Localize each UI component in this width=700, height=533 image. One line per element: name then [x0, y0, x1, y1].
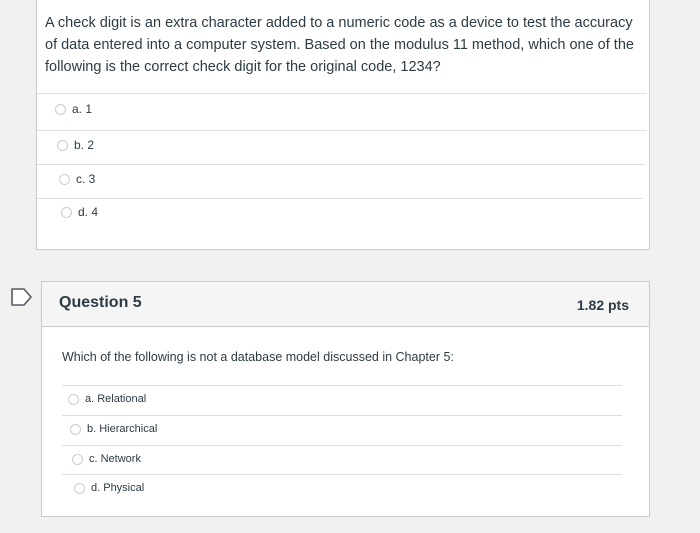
divider [62, 474, 622, 475]
question-4-card: A check digit is an extra character adde… [36, 0, 650, 250]
divider [62, 445, 622, 446]
q4-option-d[interactable]: d. 4 [61, 205, 98, 219]
divider [62, 415, 622, 416]
radio-button[interactable] [68, 393, 79, 405]
radio-button[interactable] [70, 423, 81, 435]
option-label: c. Network [89, 453, 141, 465]
q5-option-c[interactable]: c. Network [72, 453, 141, 465]
radio-button[interactable] [74, 482, 85, 494]
option-label: c. 3 [76, 172, 96, 186]
divider [37, 164, 645, 165]
radio-button[interactable] [61, 206, 72, 218]
option-label: b. Hierarchical [87, 423, 158, 435]
divider [37, 198, 643, 199]
radio-button[interactable] [72, 453, 83, 465]
question-5-card: Question 5 1.82 pts Which of the followi… [41, 281, 650, 517]
question-5-text: Which of the following is not a database… [62, 350, 454, 364]
q5-option-d[interactable]: d. Physical [74, 482, 144, 494]
q5-option-a[interactable]: a. Relational [68, 393, 146, 405]
flag-question-icon[interactable] [11, 288, 33, 306]
question-points: 1.82 pts [576, 297, 629, 313]
option-label: a. Relational [85, 393, 147, 405]
q4-option-b[interactable]: b. 2 [57, 138, 94, 152]
divider [62, 385, 622, 386]
option-label: b. 2 [74, 138, 95, 152]
divider [37, 130, 647, 131]
radio-button[interactable] [59, 173, 70, 185]
question-4-text: A check digit is an extra character adde… [45, 15, 634, 75]
option-label: d. Physical [91, 482, 145, 494]
question-header: Question 5 1.82 pts [42, 282, 649, 327]
radio-button[interactable] [55, 103, 66, 115]
radio-button[interactable] [57, 139, 68, 151]
question-title: Question 5 [59, 294, 142, 311]
option-label: a. 1 [72, 102, 93, 116]
q5-option-b[interactable]: b. Hierarchical [70, 423, 157, 435]
divider [37, 93, 647, 94]
q4-option-a[interactable]: a. 1 [55, 102, 92, 116]
q4-option-c[interactable]: c. 3 [59, 172, 95, 186]
option-label: d. 4 [78, 205, 99, 219]
